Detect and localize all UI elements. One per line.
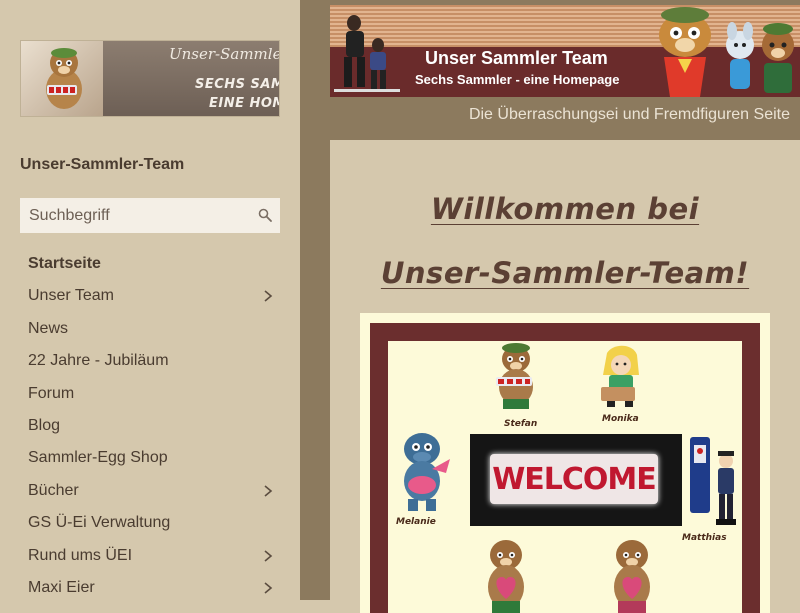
welcome-sign-box: WELCOME	[490, 454, 658, 504]
nav-item-label: Sammler-Egg Shop	[28, 449, 168, 467]
melanie-figure-icon	[404, 433, 450, 511]
nav-item-rund-ums-uei[interactable]: Rund ums ÜEI	[0, 540, 300, 572]
logo-caps-line-2: EINE HOMEPAGE	[209, 96, 279, 111]
main-content: Willkommen bei Unser-Sammler-Team! Stefa…	[330, 140, 800, 613]
nav-item-blog[interactable]: Blog	[0, 410, 300, 442]
site-title[interactable]: Unser-Sammler-Team	[20, 156, 184, 174]
nav-item-forum[interactable]: Forum	[0, 378, 300, 410]
logo-text-panel: Unser-Sammler-Team SECHS SAMMLER - EINE …	[103, 41, 279, 116]
bear-with-heart-icon	[488, 540, 524, 613]
figure-name-matthias: Matthias	[682, 533, 727, 543]
main-navigation: Startseite Unser Team News 22 Jahre - Ju…	[0, 248, 300, 604]
site-tagline: Die Überraschungsei und Fremdfiguren Sei…	[468, 106, 790, 123]
nav-item-jubilaeum[interactable]: 22 Jahre - Jubiläum	[0, 345, 300, 377]
nav-item-maxi-eier[interactable]: Maxi Eier	[0, 572, 300, 604]
nav-item-unser-team[interactable]: Unser Team	[0, 280, 300, 312]
nav-item-label: 22 Jahre - Jubiläum	[28, 352, 169, 370]
nav-item-label: Startseite	[28, 255, 101, 272]
nav-item-startseite[interactable]: Startseite	[0, 248, 300, 280]
welcome-sign: WELCOME	[470, 434, 682, 526]
search-input[interactable]	[20, 198, 250, 233]
mascot-figures-icon	[659, 7, 794, 97]
nav-item-buecher[interactable]: Bücher	[0, 475, 300, 507]
welcome-image-canvas: Stefan Monika Melanie WELCOME Matthias	[388, 341, 742, 613]
banner-subtitle: Sechs Sammler - eine Homepage	[415, 72, 620, 87]
bear-mascot-icon	[46, 48, 82, 109]
chevron-right-icon[interactable]	[262, 582, 274, 594]
nav-item-gs-uei-verwaltung[interactable]: GS Ü-Ei Verwaltung	[0, 507, 300, 539]
chevron-right-icon[interactable]	[262, 485, 274, 497]
figure-name-melanie: Melanie	[396, 517, 436, 527]
nav-item-label: Unser Team	[28, 287, 114, 305]
welcome-heading-line-2[interactable]: Unser-Sammler-Team!	[330, 256, 800, 290]
monika-figure-icon	[601, 345, 639, 407]
column-divider	[300, 0, 330, 600]
nav-item-news[interactable]: News	[0, 313, 300, 345]
bear-with-heart-icon	[614, 540, 650, 613]
welcome-heading-line-1[interactable]: Willkommen bei	[330, 192, 800, 226]
nav-item-label: Forum	[28, 384, 75, 402]
matthias-figure-icon	[690, 437, 736, 525]
welcome-image-border: Stefan Monika Melanie WELCOME Matthias	[370, 323, 760, 613]
logo-script-text: Unser-Sammler-Team	[169, 45, 279, 63]
nav-item-sammler-egg-shop[interactable]: Sammler-Egg Shop	[0, 442, 300, 474]
figure-name-stefan: Stefan	[504, 419, 538, 429]
logo-mascot-panel	[21, 41, 103, 116]
nav-item-label: Blog	[28, 416, 61, 434]
figure-name-monika: Monika	[602, 414, 639, 424]
header-banner[interactable]: Unser Sammler Team Sechs Sammler - eine …	[330, 5, 800, 97]
sidebar: Unser-Sammler-Team SECHS SAMMLER - EINE …	[0, 0, 300, 600]
chevron-right-icon[interactable]	[262, 290, 274, 303]
nav-item-label: Bücher	[28, 481, 79, 499]
search-icon[interactable]	[258, 208, 272, 222]
nav-item-label: Rund ums ÜEI	[28, 546, 133, 564]
site-logo[interactable]: Unser-Sammler-Team SECHS SAMMLER - EINE …	[20, 40, 280, 117]
search-box	[20, 198, 280, 233]
skater-figures-icon	[330, 15, 420, 97]
nav-item-label: Maxi Eier	[28, 578, 95, 596]
logo-caps-line-1: SECHS SAMMLER -	[195, 77, 279, 92]
nav-item-label: GS Ü-Ei Verwaltung	[28, 514, 171, 532]
banner-title: Unser Sammler Team	[425, 48, 608, 68]
welcome-sign-text: WELCOME	[492, 462, 657, 497]
nav-item-label: News	[28, 319, 69, 337]
stefan-figure-icon	[496, 343, 533, 409]
welcome-image: Stefan Monika Melanie WELCOME Matthias	[360, 313, 770, 613]
chevron-right-icon[interactable]	[262, 549, 274, 562]
